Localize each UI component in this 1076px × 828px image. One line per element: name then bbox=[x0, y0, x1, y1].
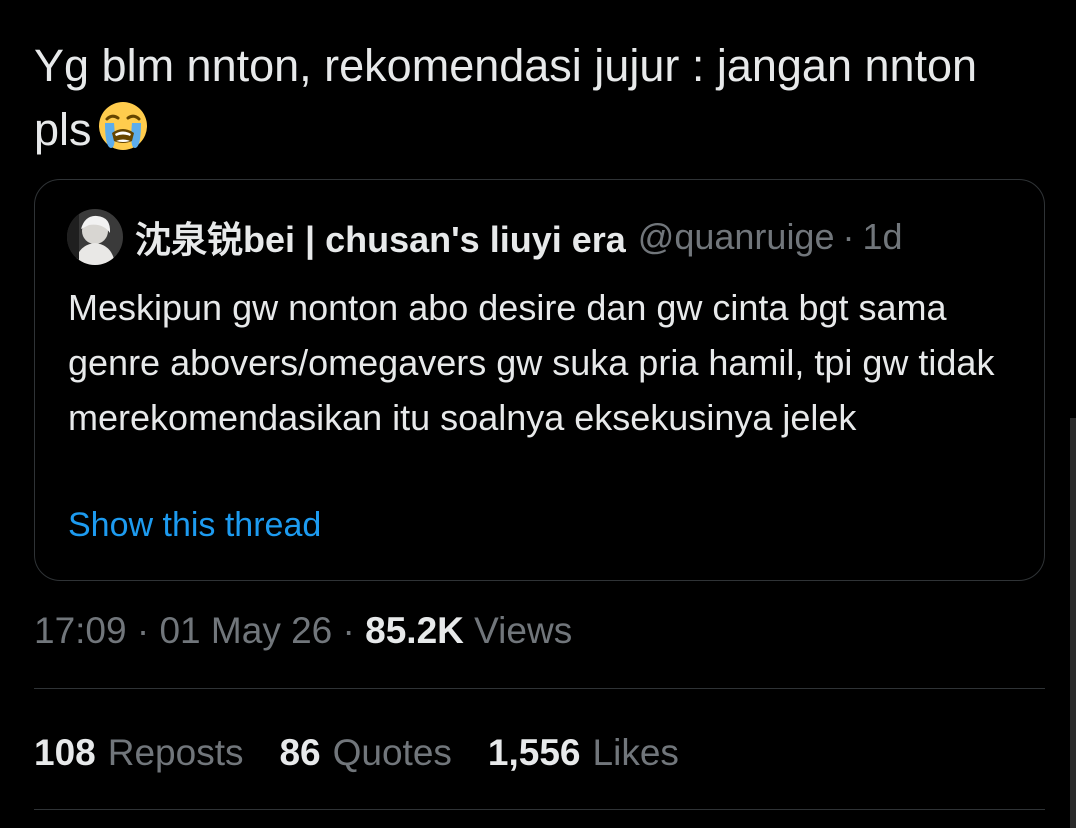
tweet-date[interactable]: 01 May 26 bbox=[159, 610, 332, 651]
engagement-stats: 108 Reposts 86 Quotes 1,556 Likes bbox=[34, 728, 715, 778]
quotes-count: 86 bbox=[279, 732, 321, 773]
quoted-author-handle[interactable]: @quanruige bbox=[638, 216, 835, 258]
likes-label: Likes bbox=[592, 732, 679, 773]
likes-count: 1,556 bbox=[487, 732, 581, 773]
show-thread-link[interactable]: Show this thread bbox=[68, 506, 321, 545]
tweet-time[interactable]: 17:09 bbox=[34, 610, 127, 651]
quotes-stat[interactable]: 86 Quotes bbox=[279, 728, 451, 778]
quoted-tweet-age[interactable]: 1d bbox=[862, 216, 902, 258]
scrollbar[interactable] bbox=[1070, 418, 1076, 828]
reposts-label: Reposts bbox=[107, 732, 244, 773]
quoted-tweet-body: Meskipun gw nonton abo desire dan gw cin… bbox=[68, 287, 995, 438]
likes-stat[interactable]: 1,556 Likes bbox=[488, 728, 679, 778]
reposts-stat[interactable]: 108 Reposts bbox=[34, 728, 243, 778]
quotes-label: Quotes bbox=[332, 732, 452, 773]
tweet-text: Yg blm nnton, rekomendasi jujur : jangan… bbox=[34, 34, 1034, 162]
avatar[interactable] bbox=[67, 209, 123, 265]
views-label: Views bbox=[474, 610, 573, 651]
reposts-count: 108 bbox=[34, 732, 96, 773]
divider bbox=[34, 809, 1045, 810]
views-count: 85.2K bbox=[365, 610, 464, 651]
tweet-metadata: 17:09 · 01 May 26 · 85.2K Views bbox=[34, 606, 572, 656]
loudly-crying-face-icon bbox=[96, 99, 150, 153]
quoted-author-name[interactable]: 沈泉锐bei | chusan's liuyi era bbox=[135, 211, 626, 263]
quoted-tweet-header: 沈泉锐bei | chusan's liuyi era @quanruige ·… bbox=[67, 208, 903, 266]
quoted-tweet-card[interactable]: 沈泉锐bei | chusan's liuyi era @quanruige ·… bbox=[34, 179, 1045, 581]
separator-dot: · bbox=[136, 610, 150, 651]
separator-dot: · bbox=[342, 610, 355, 651]
divider bbox=[34, 688, 1045, 689]
separator-dot: · bbox=[842, 216, 855, 257]
tweet-text-content: Yg blm nnton, rekomendasi jujur : jangan… bbox=[34, 40, 990, 155]
